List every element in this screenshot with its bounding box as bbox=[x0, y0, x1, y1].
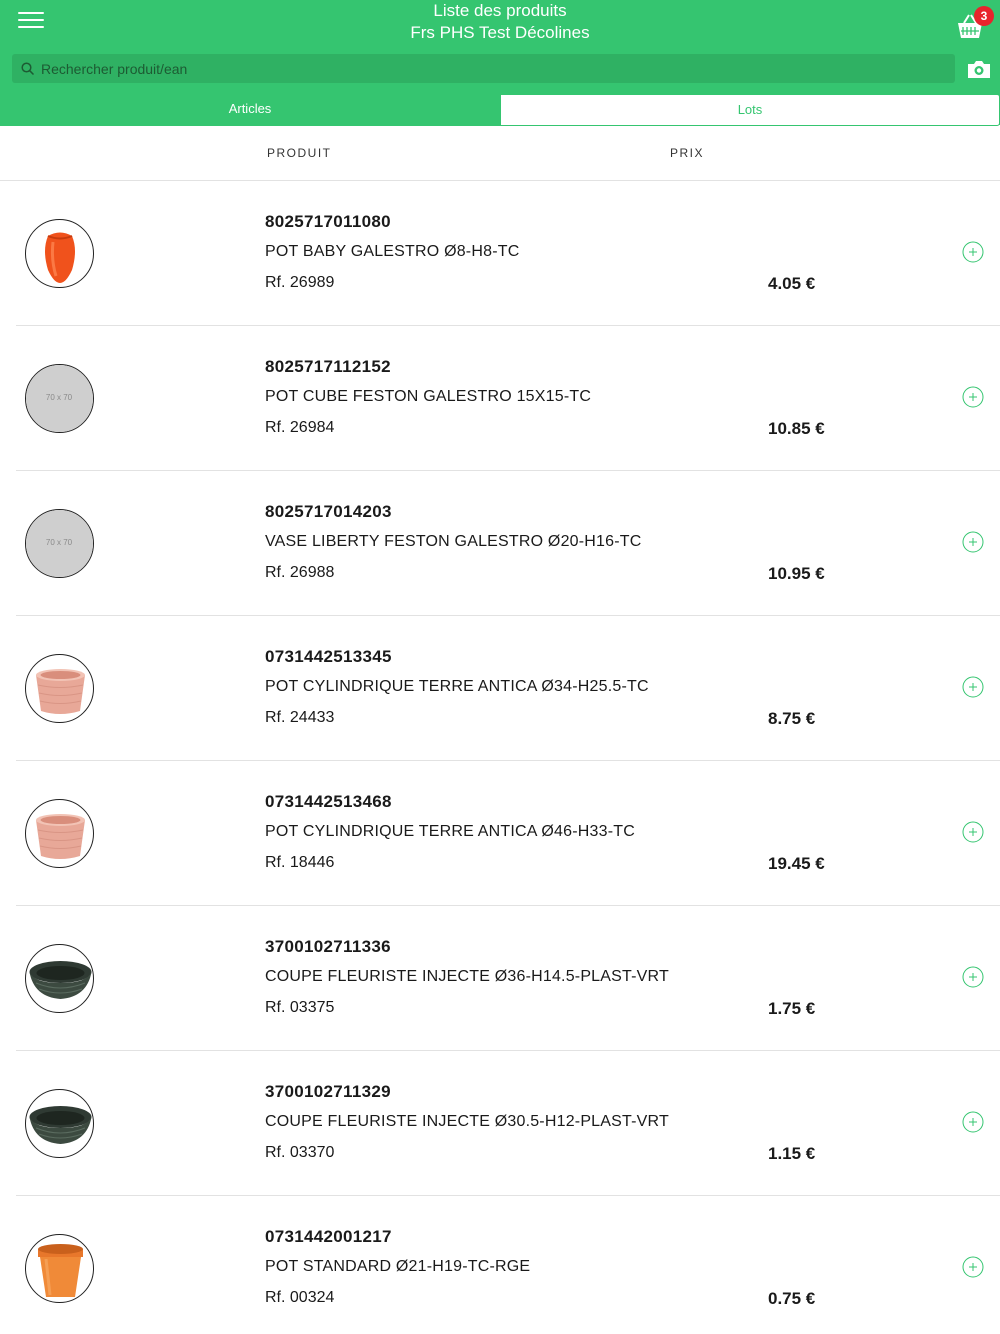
product-price: 10.85 € bbox=[768, 419, 825, 438]
product-image bbox=[25, 654, 94, 723]
product-image bbox=[25, 219, 94, 288]
add-to-cart-button[interactable] bbox=[962, 386, 984, 408]
product-name: POT STANDARD Ø21-H19-TC-RGE bbox=[265, 1258, 531, 1275]
app-header: Liste des produits Frs PHS Test Décoline… bbox=[0, 0, 1000, 126]
product-reference: Rf. 03370 bbox=[265, 1144, 335, 1161]
product-price: 1.15 € bbox=[768, 1144, 816, 1163]
product-reference: Rf. 03375 bbox=[265, 999, 335, 1016]
product-price: 1.75 € bbox=[768, 999, 816, 1018]
plus-circle-icon bbox=[962, 1111, 984, 1133]
product-ean: 0731442001217 bbox=[265, 1227, 392, 1246]
product-list: 8025717011080 POT BABY GALESTRO Ø8-H8-TC R… bbox=[0, 181, 1000, 1334]
product-ean: 3700102711329 bbox=[265, 1082, 391, 1101]
add-to-cart-button[interactable] bbox=[962, 531, 984, 553]
tab-bar: Articles Lots bbox=[0, 94, 1000, 126]
product-image: 70 x 70 bbox=[25, 364, 94, 433]
product-name: POT CYLINDRIQUE TERRE ANTICA Ø34-H25.5-T… bbox=[265, 678, 649, 695]
product-row[interactable]: 0731442513345 POT CYLINDRIQUE TERRE ANTIC… bbox=[0, 616, 1000, 761]
add-to-cart-button[interactable] bbox=[962, 966, 984, 988]
add-to-cart-button[interactable] bbox=[962, 1111, 984, 1133]
column-header-price: PRIX bbox=[670, 146, 705, 160]
plus-circle-icon bbox=[962, 531, 984, 553]
plus-circle-icon bbox=[962, 676, 984, 698]
product-image: 70 x 70 bbox=[25, 509, 94, 578]
add-to-cart-button[interactable] bbox=[962, 241, 984, 263]
product-reference: Rf. 26984 bbox=[265, 419, 335, 436]
product-ean: 8025717014203 bbox=[265, 502, 392, 521]
plus-circle-icon bbox=[962, 966, 984, 988]
search-input[interactable]: Rechercher produit/ean bbox=[12, 54, 955, 83]
title-line-2: Frs PHS Test Décolines bbox=[410, 23, 590, 42]
product-row[interactable]: 0731442001217 POT STANDARD Ø21-H19-TC-RGE… bbox=[0, 1196, 1000, 1334]
product-name: POT BABY GALESTRO Ø8-H8-TC bbox=[265, 243, 520, 260]
product-name: POT CYLINDRIQUE TERRE ANTICA Ø46-H33-TC bbox=[265, 823, 635, 840]
search-icon bbox=[21, 62, 35, 76]
plus-circle-icon bbox=[962, 241, 984, 263]
product-image bbox=[25, 1089, 94, 1158]
product-reference: Rf. 24433 bbox=[265, 709, 335, 726]
product-image bbox=[25, 944, 94, 1013]
product-ean: 0731442513345 bbox=[265, 647, 392, 666]
product-price: 4.05 € bbox=[768, 274, 816, 293]
title-line-1: Liste des produits bbox=[433, 1, 567, 20]
plus-circle-icon bbox=[962, 1256, 984, 1278]
product-reference: Rf. 00324 bbox=[265, 1289, 335, 1306]
tab-lots[interactable]: Lots bbox=[500, 94, 1000, 126]
page-title: Liste des produits Frs PHS Test Décoline… bbox=[0, 0, 1000, 44]
product-row[interactable]: 8025717011080 POT BABY GALESTRO Ø8-H8-TC R… bbox=[0, 181, 1000, 326]
product-row[interactable]: 70 x 70 8025717112152 POT CUBE FESTON GALE… bbox=[0, 326, 1000, 471]
product-name: VASE LIBERTY FESTON GALESTRO Ø20-H16-TC bbox=[265, 533, 642, 550]
product-row[interactable]: 0731442513468 POT CYLINDRIQUE TERRE ANTIC… bbox=[0, 761, 1000, 906]
add-to-cart-button[interactable] bbox=[962, 676, 984, 698]
product-ean: 8025717112152 bbox=[265, 357, 391, 376]
product-name: COUPE FLEURISTE INJECTE Ø36-H14.5-PLAST-… bbox=[265, 968, 669, 985]
search-placeholder: Rechercher produit/ean bbox=[41, 61, 188, 77]
add-to-cart-button[interactable] bbox=[962, 821, 984, 843]
cart-button[interactable]: 3 bbox=[955, 6, 994, 40]
image-placeholder-text: 70 x 70 bbox=[45, 393, 73, 402]
camera-scan-button[interactable] bbox=[966, 58, 992, 80]
column-header-product: PRODUIT bbox=[267, 146, 332, 160]
product-price: 19.45 € bbox=[768, 854, 825, 873]
product-image bbox=[25, 799, 94, 868]
plus-circle-icon bbox=[962, 386, 984, 408]
product-ean: 8025717011080 bbox=[265, 212, 391, 231]
product-ean: 3700102711336 bbox=[265, 937, 391, 956]
product-ean: 0731442513468 bbox=[265, 792, 392, 811]
camera-icon bbox=[968, 61, 990, 78]
product-image bbox=[25, 1234, 94, 1303]
product-row[interactable]: 70 x 70 8025717014203 VASE LIBERTY FESTON … bbox=[0, 471, 1000, 616]
plus-circle-icon bbox=[962, 821, 984, 843]
add-to-cart-button[interactable] bbox=[962, 1256, 984, 1278]
product-row[interactable]: 3700102711329 COUPE FLEURISTE INJECTE Ø30… bbox=[0, 1051, 1000, 1196]
product-row[interactable]: 3700102711336 COUPE FLEURISTE INJECTE Ø36… bbox=[0, 906, 1000, 1051]
image-placeholder-text: 70 x 70 bbox=[45, 538, 73, 547]
tab-articles[interactable]: Articles bbox=[0, 94, 500, 126]
product-price: 0.75 € bbox=[768, 1289, 816, 1308]
product-reference: Rf. 26988 bbox=[265, 564, 335, 581]
product-price: 10.95 € bbox=[768, 564, 825, 583]
product-name: COUPE FLEURISTE INJECTE Ø30.5-H12-PLAST-… bbox=[265, 1113, 669, 1130]
product-name: POT CUBE FESTON GALESTRO 15X15-TC bbox=[265, 388, 592, 405]
product-reference: Rf. 18446 bbox=[265, 854, 335, 871]
product-reference: Rf. 26989 bbox=[265, 274, 335, 291]
cart-count-badge: 3 bbox=[974, 6, 994, 26]
product-price: 8.75 € bbox=[768, 709, 816, 728]
